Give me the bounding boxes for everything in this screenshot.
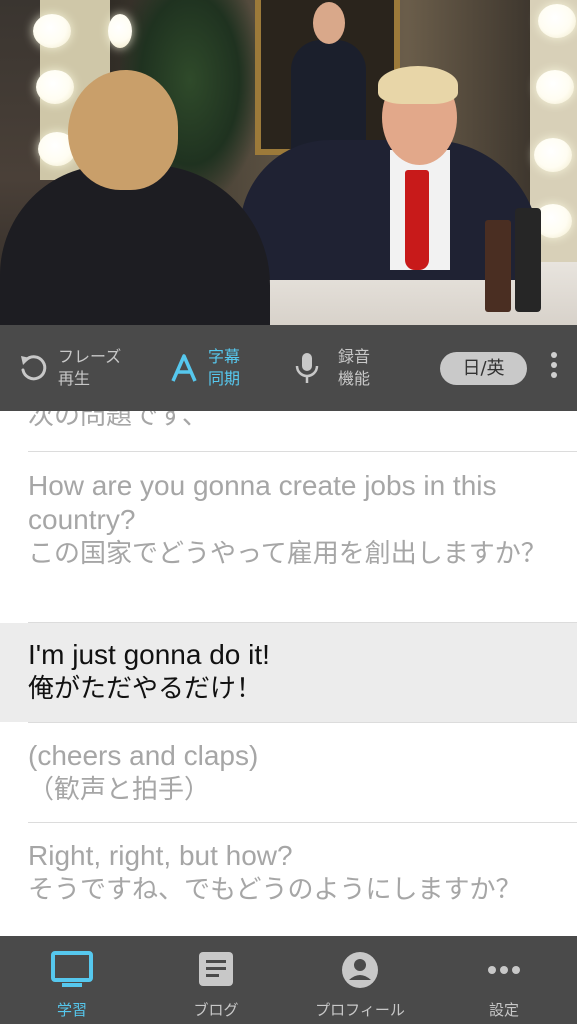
video-tie (405, 170, 429, 270)
tab-study[interactable]: 学習 (0, 936, 144, 1024)
tab-profile[interactable]: プロフィール (288, 936, 432, 1024)
video-bottle (485, 220, 511, 312)
subtitle-en: Right, right, but how? (28, 840, 293, 871)
subtitle-list[interactable]: 次の問題です、 How are you gonna create jobs in… (0, 411, 577, 936)
tab-label: ブログ (193, 1001, 239, 1019)
phrase-replay-label: フレーズ 再生 (58, 347, 122, 388)
video-bulb (33, 14, 71, 48)
phrase-replay-button[interactable]: フレーズ 再生 (18, 325, 121, 411)
more-horizontal-icon (484, 950, 524, 994)
video-bulb (538, 4, 576, 38)
monitor-icon (50, 950, 94, 994)
subtitle-row[interactable]: 次の問題です、 (0, 411, 577, 433)
profile-icon (340, 950, 380, 994)
divider (28, 822, 577, 823)
video-person-right-hair (378, 66, 458, 104)
document-icon (197, 950, 235, 992)
tab-label: プロフィール (315, 1001, 405, 1019)
recording-button[interactable]: 録音 機能 (292, 325, 370, 411)
subtitle-ja: 次の問題です、 (28, 411, 208, 431)
recording-label: 録音 機能 (338, 347, 371, 388)
video-bottle (515, 208, 541, 312)
tab-label: 設定 (488, 1001, 519, 1019)
video-player[interactable] (0, 0, 577, 325)
subtitle-en: I'm just gonna do it! (28, 639, 270, 670)
replay-icon (18, 353, 48, 383)
subtitle-ja: この国家でどうやって雇用を創出しますか？ (28, 539, 547, 569)
app-screen: フレーズ 再生 字幕 同期 録音 機能 日/英 次の問題です、 How are … (0, 0, 577, 1024)
subtitle-row-current[interactable]: I'm just gonna do it! 俺がただやるだけ！ (0, 623, 577, 722)
subtitle-row[interactable]: How are you gonna create jobs in this co… (0, 469, 577, 571)
subtitle-sync-button[interactable]: 字幕 同期 (170, 325, 240, 411)
microphone-icon (292, 351, 322, 385)
subtitle-en: (cheers and claps) (28, 740, 259, 771)
tab-label: 学習 (56, 1001, 87, 1019)
tab-settings[interactable]: 設定 (432, 936, 576, 1024)
subtitle-en: How are you gonna create jobs in this co… (28, 470, 497, 535)
subtitle-ja: 俺がただやるだけ！ (28, 674, 263, 704)
video-bulb (534, 138, 572, 172)
subtitle-row[interactable]: Right, right, but how? そうですね、でもどうのようにします… (0, 839, 577, 907)
subtitle-row[interactable]: (cheers and claps) （歓声と拍手） (0, 739, 577, 807)
tab-bar: 学習 ブログ プロフィール 設定 (0, 936, 577, 1024)
subtitle-ja: そうですね、でもどうのようにしますか？ (28, 875, 522, 905)
divider (28, 722, 577, 723)
subtitle-sync-label: 字幕 同期 (208, 347, 241, 388)
video-bulb (36, 70, 74, 104)
divider (28, 451, 577, 452)
video-portrait-frame (255, 0, 400, 155)
video-person-left-head (68, 70, 178, 190)
more-vertical-icon[interactable] (544, 348, 564, 388)
video-bulb (536, 70, 574, 104)
video-bulb (108, 14, 132, 48)
language-toggle[interactable]: 日/英 (440, 352, 527, 385)
tab-blog[interactable]: ブログ (144, 936, 288, 1024)
subtitle-ja: （歓声と拍手） (28, 775, 211, 805)
letter-a-icon (170, 353, 198, 383)
